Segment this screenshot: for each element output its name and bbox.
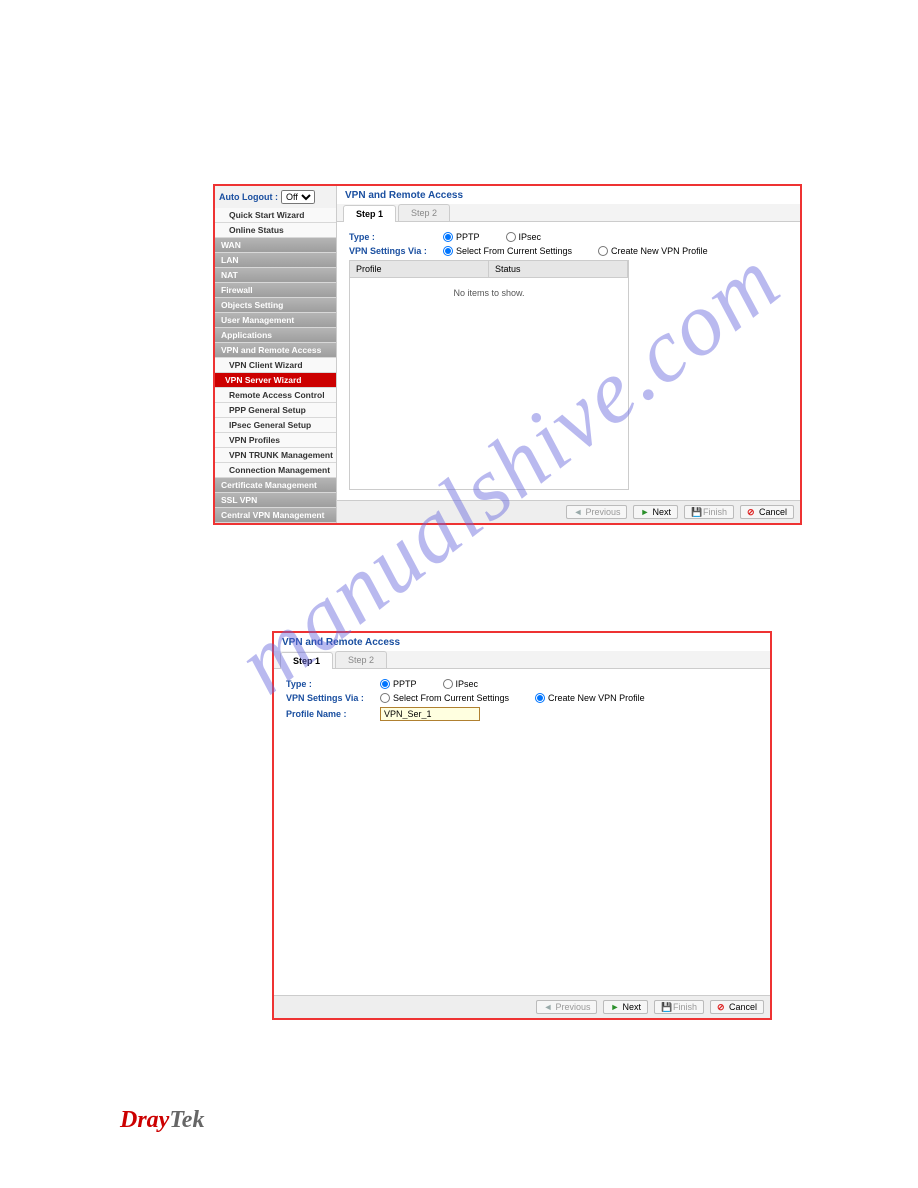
profile-name-label: Profile Name : xyxy=(286,709,372,719)
footer-bar-1: ◄Previous ►Next 💾Finish ⊘Cancel xyxy=(337,500,800,523)
nav-item-remote-access-control[interactable]: Remote Access Control xyxy=(215,388,336,403)
radio-pptp-2[interactable]: PPTP xyxy=(380,679,417,689)
next-button[interactable]: ►Next xyxy=(633,505,678,519)
tabs: Step 1 Step 2 xyxy=(337,204,800,222)
radio-pptp-label-2: PPTP xyxy=(393,679,417,689)
radio-ipsec-input[interactable] xyxy=(506,232,516,242)
nav-item-ssl-vpn[interactable]: SSL VPN xyxy=(215,493,336,508)
save-icon: 💾 xyxy=(661,1002,671,1012)
radio-select-current-label: Select From Current Settings xyxy=(456,246,572,256)
logo-red: Dray xyxy=(120,1107,169,1133)
radio-create-new-input[interactable] xyxy=(598,246,608,256)
screenshot-2: VPN and Remote Access Step 1 Step 2 Type… xyxy=(272,631,772,1020)
panel-title-2: VPN and Remote Access xyxy=(274,633,770,651)
via-label: VPN Settings Via : xyxy=(349,246,435,256)
arrow-left-icon: ◄ xyxy=(573,507,583,517)
radio-select-current-input[interactable] xyxy=(443,246,453,256)
radio-pptp[interactable]: PPTP xyxy=(443,232,480,242)
cancel-button-2[interactable]: ⊘Cancel xyxy=(710,1000,764,1014)
screenshot-1: Auto Logout : Off Quick Start WizardOnli… xyxy=(213,184,802,525)
nav-item-wan[interactable]: WAN xyxy=(215,238,336,253)
radio-pptp-label: PPTP xyxy=(456,232,480,242)
tab-step-2-b[interactable]: Step 2 xyxy=(335,651,387,668)
main-panel-1: VPN and Remote Access Step 1 Step 2 Type… xyxy=(337,186,800,523)
radio-ipsec-input-2[interactable] xyxy=(443,679,453,689)
col-status: Status xyxy=(489,261,628,277)
nav-item-lan[interactable]: LAN xyxy=(215,253,336,268)
nav-item-vpn-client-wizard[interactable]: VPN Client Wizard xyxy=(215,358,336,373)
radio-select-current-label-2: Select From Current Settings xyxy=(393,693,509,703)
arrow-right-icon: ► xyxy=(640,507,650,517)
cancel-icon: ⊘ xyxy=(717,1002,727,1012)
tab-step-1[interactable]: Step 1 xyxy=(343,205,396,222)
nav-item-ipsec-general-setup[interactable]: IPsec General Setup xyxy=(215,418,336,433)
radio-select-current[interactable]: Select From Current Settings xyxy=(443,246,572,256)
tab-step-2[interactable]: Step 2 xyxy=(398,204,450,221)
previous-button-2: ◄Previous xyxy=(536,1000,597,1014)
radio-select-current-input-2[interactable] xyxy=(380,693,390,703)
nav-item-ppp-general-setup[interactable]: PPP General Setup xyxy=(215,403,336,418)
radio-create-new-2[interactable]: Create New VPN Profile xyxy=(535,693,645,703)
type-label-2: Type : xyxy=(286,679,372,689)
radio-create-new-input-2[interactable] xyxy=(535,693,545,703)
tabs-2: Step 1 Step 2 xyxy=(274,651,770,669)
table-empty-text: No items to show. xyxy=(350,278,628,298)
auto-logout-label: Auto Logout : xyxy=(219,192,278,202)
radio-ipsec-label-2: IPsec xyxy=(456,679,479,689)
cancel-icon: ⊘ xyxy=(747,507,757,517)
finish-button: 💾Finish xyxy=(684,505,734,519)
panel-title: VPN and Remote Access xyxy=(337,186,800,204)
via-label-2: VPN Settings Via : xyxy=(286,693,372,703)
nav-item-vpn-server-wizard[interactable]: VPN Server Wizard xyxy=(215,373,336,388)
radio-pptp-input-2[interactable] xyxy=(380,679,390,689)
logo-gray: Tek xyxy=(169,1107,204,1133)
tab-step-1-b[interactable]: Step 1 xyxy=(280,652,333,669)
nav-item-online-status[interactable]: Online Status xyxy=(215,223,336,238)
nav-item-firewall[interactable]: Firewall xyxy=(215,283,336,298)
nav-item-user-management[interactable]: User Management xyxy=(215,313,336,328)
nav-item-central-vpn-management[interactable]: Central VPN Management xyxy=(215,508,336,523)
profile-table: Profile Status No items to show. xyxy=(349,260,629,490)
radio-ipsec-label: IPsec xyxy=(519,232,542,242)
draytek-logo: DrayTek xyxy=(120,1107,204,1134)
nav-item-nat[interactable]: NAT xyxy=(215,268,336,283)
arrow-left-icon: ◄ xyxy=(543,1002,553,1012)
nav-item-quick-start-wizard[interactable]: Quick Start Wizard xyxy=(215,208,336,223)
auto-logout: Auto Logout : Off xyxy=(215,186,336,208)
footer-bar-2: ◄Previous ►Next 💾Finish ⊘Cancel xyxy=(274,995,770,1018)
content-area-1: Type : PPTP IPsec VPN Settings Via : Sel… xyxy=(337,222,800,500)
nav-item-certificate-management[interactable]: Certificate Management xyxy=(215,478,336,493)
auto-logout-select[interactable]: Off xyxy=(281,190,315,204)
radio-ipsec[interactable]: IPsec xyxy=(506,232,542,242)
profile-name-input[interactable] xyxy=(380,707,480,721)
radio-create-new-label-2: Create New VPN Profile xyxy=(548,693,645,703)
radio-pptp-input[interactable] xyxy=(443,232,453,242)
cancel-button[interactable]: ⊘Cancel xyxy=(740,505,794,519)
nav-item-connection-management[interactable]: Connection Management xyxy=(215,463,336,478)
table-header: Profile Status xyxy=(350,261,628,278)
next-button-2[interactable]: ►Next xyxy=(603,1000,648,1014)
nav-item-objects-setting[interactable]: Objects Setting xyxy=(215,298,336,313)
nav-item-vpn-profiles[interactable]: VPN Profiles xyxy=(215,433,336,448)
col-profile: Profile xyxy=(350,261,489,277)
content-area-2: Type : PPTP IPsec VPN Settings Via : Sel… xyxy=(274,669,770,995)
radio-ipsec-2[interactable]: IPsec xyxy=(443,679,479,689)
radio-create-new[interactable]: Create New VPN Profile xyxy=(598,246,708,256)
radio-create-new-label: Create New VPN Profile xyxy=(611,246,708,256)
type-label: Type : xyxy=(349,232,435,242)
previous-button: ◄Previous xyxy=(566,505,627,519)
nav-item-vpn-trunk-management[interactable]: VPN TRUNK Management xyxy=(215,448,336,463)
radio-select-current-2[interactable]: Select From Current Settings xyxy=(380,693,509,703)
nav-item-applications[interactable]: Applications xyxy=(215,328,336,343)
sidebar: Auto Logout : Off Quick Start WizardOnli… xyxy=(215,186,337,523)
finish-button-2: 💾Finish xyxy=(654,1000,704,1014)
arrow-right-icon: ► xyxy=(610,1002,620,1012)
save-icon: 💾 xyxy=(691,507,701,517)
nav-item-vpn-and-remote-access[interactable]: VPN and Remote Access xyxy=(215,343,336,358)
